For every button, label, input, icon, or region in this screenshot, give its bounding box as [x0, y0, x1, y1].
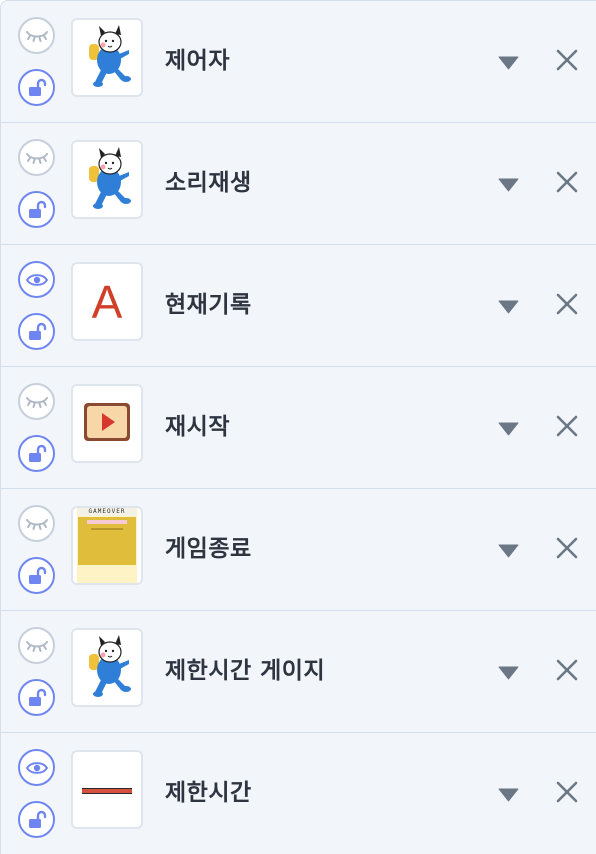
sprite-row[interactable]: A 현재기록 — [0, 244, 596, 366]
sprite-thumbnail[interactable] — [71, 140, 143, 219]
sprite-thumbnail[interactable] — [71, 628, 143, 707]
eye-icon — [25, 761, 48, 775]
close-icon — [555, 537, 579, 564]
close-icon — [555, 659, 579, 686]
sprite-name[interactable]: 제어자 — [165, 46, 230, 76]
gameover-thumbnail-line — [91, 528, 123, 530]
sprite-name[interactable]: 재시작 — [165, 412, 230, 442]
sprite-list: 제어자소리재생 A 현재기록재시작 GAMEOVER 게임종료제한시간 게이지제한시간 — [0, 0, 596, 854]
unlock-icon — [27, 688, 47, 708]
eye-icon — [25, 273, 48, 287]
sprite-name[interactable]: 현재기록 — [165, 290, 252, 320]
sprite-name[interactable]: 제한시간 게이지 — [165, 656, 325, 686]
sprite-menu-button[interactable] — [498, 299, 519, 318]
sprite-menu-button[interactable] — [498, 665, 519, 684]
gameover-thumbnail-bar — [87, 520, 127, 524]
sprite-menu-button[interactable] — [498, 55, 519, 74]
sprite-thumbnail[interactable] — [71, 750, 143, 829]
lock-toggle-button[interactable] — [18, 801, 55, 838]
unlock-icon — [27, 566, 47, 586]
sprite-name[interactable]: 제한시간 — [165, 778, 252, 808]
close-icon — [555, 171, 579, 198]
sprite-thumbnail[interactable] — [71, 384, 143, 463]
eye-closed-icon — [25, 395, 49, 409]
eye-closed-icon — [25, 517, 49, 531]
visibility-toggle-button[interactable] — [18, 627, 55, 664]
delete-sprite-button[interactable] — [555, 536, 579, 564]
play-button-thumbnail — [83, 402, 131, 446]
sprite-menu-button[interactable] — [498, 421, 519, 440]
caret-down-icon — [498, 299, 519, 318]
unlock-icon — [27, 444, 47, 464]
gameover-thumbnail: GAMEOVER — [77, 508, 137, 583]
caret-down-icon — [498, 421, 519, 440]
unlock-icon — [27, 322, 47, 342]
caret-down-icon — [498, 177, 519, 196]
sprite-row[interactable]: 재시작 — [0, 366, 596, 488]
caret-down-icon — [498, 787, 519, 806]
character-thumbnail — [79, 144, 135, 216]
sprite-menu-button[interactable] — [498, 177, 519, 196]
caret-down-icon — [498, 665, 519, 684]
sprite-name[interactable]: 소리재생 — [165, 168, 252, 198]
sprite-thumbnail[interactable] — [71, 18, 143, 97]
delete-sprite-button[interactable] — [555, 414, 579, 442]
caret-down-icon — [498, 55, 519, 74]
red-line-thumbnail — [82, 780, 132, 799]
lock-toggle-button[interactable] — [18, 679, 55, 716]
sprite-row[interactable]: 제한시간 — [0, 732, 596, 854]
lock-toggle-button[interactable] — [18, 557, 55, 594]
sprite-row[interactable]: 제한시간 게이지 — [0, 610, 596, 732]
sprite-row[interactable]: 제어자 — [0, 0, 596, 122]
text-thumbnail: A — [91, 275, 123, 328]
delete-sprite-button[interactable] — [555, 780, 579, 808]
sprite-thumbnail[interactable]: A — [71, 262, 143, 341]
eye-closed-icon — [25, 639, 49, 653]
close-icon — [555, 415, 579, 442]
visibility-toggle-button[interactable] — [18, 139, 55, 176]
visibility-toggle-button[interactable] — [18, 749, 55, 786]
character-thumbnail — [79, 22, 135, 94]
sprite-name[interactable]: 게임종료 — [165, 534, 252, 564]
lock-toggle-button[interactable] — [18, 313, 55, 350]
delete-sprite-button[interactable] — [555, 170, 579, 198]
character-thumbnail — [79, 632, 135, 704]
unlock-icon — [27, 810, 47, 830]
gameover-thumbnail-title: GAMEOVER — [78, 508, 136, 516]
lock-toggle-button[interactable] — [18, 435, 55, 472]
visibility-toggle-button[interactable] — [18, 383, 55, 420]
visibility-toggle-button[interactable] — [18, 17, 55, 54]
unlock-icon — [27, 78, 47, 98]
eye-closed-icon — [25, 151, 49, 165]
visibility-toggle-button[interactable] — [18, 505, 55, 542]
close-icon — [555, 781, 579, 808]
sprite-row[interactable]: 소리재생 — [0, 122, 596, 244]
delete-sprite-button[interactable] — [555, 48, 579, 76]
sprite-menu-button[interactable] — [498, 543, 519, 562]
visibility-toggle-button[interactable] — [18, 261, 55, 298]
delete-sprite-button[interactable] — [555, 292, 579, 320]
eye-closed-icon — [25, 29, 49, 43]
sprite-row[interactable]: GAMEOVER 게임종료 — [0, 488, 596, 610]
delete-sprite-button[interactable] — [555, 658, 579, 686]
close-icon — [555, 49, 579, 76]
sprite-menu-button[interactable] — [498, 787, 519, 806]
gameover-thumbnail-panel — [78, 517, 136, 565]
close-icon — [555, 293, 579, 320]
caret-down-icon — [498, 543, 519, 562]
lock-toggle-button[interactable] — [18, 191, 55, 228]
lock-toggle-button[interactable] — [18, 69, 55, 106]
unlock-icon — [27, 200, 47, 220]
sprite-thumbnail[interactable]: GAMEOVER — [71, 506, 143, 585]
